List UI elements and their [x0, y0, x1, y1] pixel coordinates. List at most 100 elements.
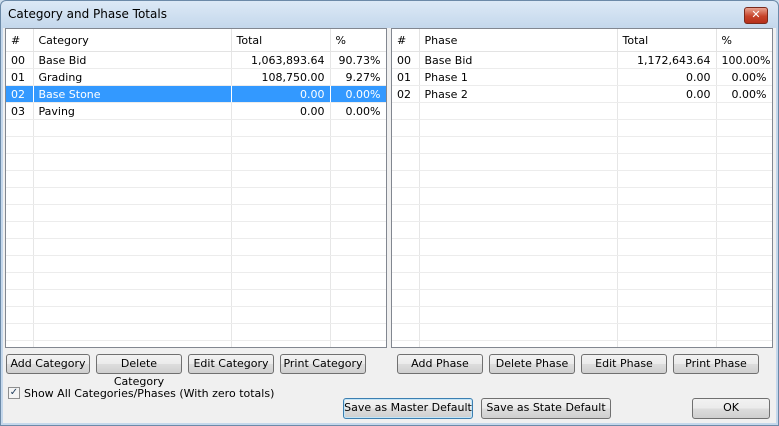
phase-grid[interactable]: # Phase Total % 00 Base Bid 1,172,643.64 10… [391, 28, 773, 348]
title-bar[interactable]: Category and Phase Totals ✕ [1, 1, 778, 28]
phase-empty-row [392, 255, 772, 273]
phase-empty-row [392, 289, 772, 307]
category-cell-pct [330, 187, 386, 205]
show-all-label[interactable]: Show All Categories/Phases (With zero to… [24, 387, 274, 400]
phase-cell-name [419, 187, 618, 205]
phase-cell-pct [716, 255, 772, 273]
phase-cell-name: Phase 1 [419, 68, 618, 86]
category-cell-total [231, 323, 331, 341]
phase-cell-num: 00 [392, 51, 420, 69]
category-cell-num [6, 187, 34, 205]
add-phase-button[interactable]: Add Phase [397, 354, 483, 374]
phase-cell-total [617, 340, 717, 347]
delete-category-button[interactable]: Delete Category [96, 354, 182, 388]
phase-cell-name: Phase 2 [419, 85, 618, 103]
category-cell-total [231, 204, 331, 222]
category-cell-pct: 0.00% [330, 85, 386, 103]
phase-empty-row [392, 187, 772, 205]
phase-cell-num [392, 340, 420, 347]
category-cell-pct [330, 323, 386, 341]
category-empty-row [6, 221, 386, 239]
category-col-num[interactable]: # [6, 29, 34, 52]
category-cell-pct: 0.00% [330, 102, 386, 120]
phase-col-num[interactable]: # [392, 29, 420, 52]
category-row[interactable]: 03 Paving 0.00 0.00% [6, 102, 386, 120]
phase-cell-pct [716, 102, 772, 120]
category-empty-row [6, 323, 386, 341]
phase-cell-name: Base Bid [419, 51, 618, 69]
delete-phase-button[interactable]: Delete Phase [489, 354, 575, 374]
phase-cell-pct [716, 170, 772, 188]
phase-empty-row [392, 306, 772, 324]
category-row[interactable]: 00 Base Bid 1,063,893.64 90.73% [6, 51, 386, 69]
ok-button[interactable]: OK [692, 398, 770, 419]
phase-row[interactable]: 02 Phase 2 0.00 0.00% [392, 85, 772, 103]
category-empty-row [6, 170, 386, 188]
category-cell-num: 01 [6, 68, 34, 86]
category-cell-num: 02 [6, 85, 34, 103]
phase-cell-name [419, 102, 618, 120]
category-cell-name [33, 255, 232, 273]
phase-empty-row [392, 323, 772, 341]
close-button[interactable]: ✕ [744, 7, 768, 24]
edit-category-button[interactable]: Edit Category [188, 354, 274, 374]
phase-col-total[interactable]: Total [617, 29, 717, 52]
phase-cell-num: 01 [392, 68, 420, 86]
phase-cell-num [392, 187, 420, 205]
category-cell-num: 03 [6, 102, 34, 120]
phase-cell-total [617, 136, 717, 154]
phase-header-row: # Phase Total % [392, 29, 772, 52]
show-all-checkbox[interactable]: ✓ [8, 387, 20, 399]
category-col-pct[interactable]: % [330, 29, 386, 52]
phase-col-pct[interactable]: % [716, 29, 772, 52]
category-cell-name [33, 306, 232, 324]
category-cell-total: 0.00 [231, 102, 331, 120]
phase-cell-total [617, 238, 717, 256]
print-category-button[interactable]: Print Category [280, 354, 366, 374]
category-cell-pct [330, 340, 386, 347]
phase-cell-num [392, 153, 420, 171]
print-phase-button[interactable]: Print Phase [673, 354, 759, 374]
category-cell-name [33, 153, 232, 171]
category-row[interactable]: 02 Base Stone 0.00 0.00% [6, 85, 386, 103]
category-cell-name: Base Bid [33, 51, 232, 69]
phase-cell-name [419, 306, 618, 324]
phase-empty-row [392, 102, 772, 120]
phase-empty-row [392, 204, 772, 222]
phase-cell-pct [716, 340, 772, 347]
phase-cell-total [617, 272, 717, 290]
category-cell-pct: 9.27% [330, 68, 386, 86]
category-cell-total [231, 187, 331, 205]
category-cell-num [6, 204, 34, 222]
phase-cell-name [419, 221, 618, 239]
phase-cell-name [419, 323, 618, 341]
category-col-total[interactable]: Total [231, 29, 331, 52]
phase-cell-num [392, 272, 420, 290]
edit-phase-button[interactable]: Edit Phase [581, 354, 667, 374]
category-cell-total [231, 136, 331, 154]
phase-cell-total [617, 153, 717, 171]
save-state-default-button[interactable]: Save as State Default [481, 398, 611, 419]
phase-row[interactable]: 01 Phase 1 0.00 0.00% [392, 68, 772, 86]
category-cell-num [6, 119, 34, 137]
phase-cell-pct [716, 136, 772, 154]
phase-empty-row [392, 119, 772, 137]
phase-cell-total [617, 221, 717, 239]
category-col-name[interactable]: Category [33, 29, 232, 52]
phase-col-name[interactable]: Phase [419, 29, 618, 52]
add-category-button[interactable]: Add Category [6, 354, 90, 374]
save-master-default-button[interactable]: Save as Master Default [343, 398, 473, 419]
category-cell-name: Paving [33, 102, 232, 120]
phase-cell-num [392, 136, 420, 154]
phase-cell-pct [716, 153, 772, 171]
phase-row[interactable]: 00 Base Bid 1,172,643.64 100.00% [392, 51, 772, 69]
phase-cell-total [617, 102, 717, 120]
phase-cell-pct [716, 119, 772, 137]
category-cell-pct [330, 204, 386, 222]
category-cell-num [6, 306, 34, 324]
category-cell-name [33, 136, 232, 154]
category-cell-num [6, 340, 34, 347]
category-grid[interactable]: # Category Total % 00 Base Bid 1,063,893.6… [5, 28, 387, 348]
category-row[interactable]: 01 Grading 108,750.00 9.27% [6, 68, 386, 86]
phase-cell-total [617, 255, 717, 273]
